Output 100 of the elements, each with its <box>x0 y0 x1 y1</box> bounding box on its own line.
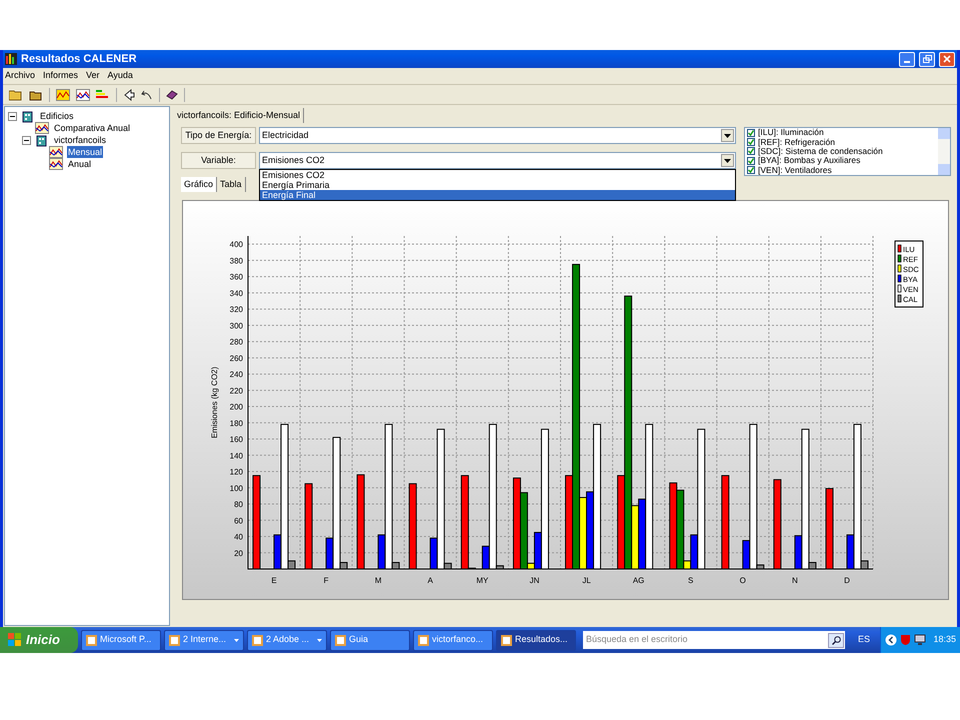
folder-icon[interactable] <box>29 88 43 100</box>
energy-rating-icon[interactable] <box>96 88 110 100</box>
scrollbar[interactable] <box>938 128 950 175</box>
menu-item[interactable]: Ver <box>86 69 100 83</box>
building-icon <box>21 109 35 123</box>
tick-label: 260 <box>230 354 243 363</box>
checklist-label: [BYA]: Bombas y Auxiliares <box>758 156 860 166</box>
tick-label: 140 <box>230 451 243 460</box>
axis-title: Emisiones (kg CO2) <box>210 366 219 438</box>
tick-label: 20 <box>234 548 243 558</box>
tick-label: 300 <box>230 321 243 330</box>
tick-label: 380 <box>230 256 243 266</box>
tick-label: 100 <box>230 484 243 493</box>
tree-item[interactable]: Comparativa Anual <box>53 122 132 134</box>
start-button[interactable]: Inicio <box>0 627 78 653</box>
taskbar-button[interactable]: victorfanco... <box>413 630 493 650</box>
tick-label: AG <box>632 576 644 585</box>
checklist-label: [SDC]: Sistema de condensación <box>758 146 883 156</box>
chart-icon <box>49 146 63 158</box>
checklist-label: [ILU]: Iluminación <box>758 128 824 138</box>
computer-icon[interactable] <box>914 634 926 646</box>
variable-dropdown[interactable]: Emisiones CO2 <box>259 152 736 169</box>
app-icon <box>252 634 263 646</box>
expand-toggle-icon[interactable] <box>22 136 31 144</box>
building-icon <box>35 133 49 147</box>
checkbox[interactable] <box>747 128 755 137</box>
tick-label: JN <box>530 576 540 585</box>
maximize-button[interactable] <box>919 52 935 66</box>
tick-label: JL <box>582 576 591 585</box>
tick-label: 120 <box>230 468 243 477</box>
tick-label: 160 <box>230 435 243 444</box>
caret-icon <box>724 158 731 162</box>
taskbar-button[interactable]: 2 Interne... <box>164 630 244 650</box>
tick-label: D <box>844 576 850 585</box>
app-icon <box>501 634 512 646</box>
restore-icon <box>922 55 932 63</box>
menu-item[interactable]: Archivo <box>5 69 36 83</box>
dropdown-button[interactable] <box>721 154 734 167</box>
tick-label: S <box>688 576 694 585</box>
tick-label: 80 <box>234 500 243 510</box>
caret-icon <box>724 134 731 138</box>
tick-label: O <box>740 576 746 585</box>
checkbox[interactable] <box>747 156 755 165</box>
chart-icon[interactable] <box>76 88 90 100</box>
taskbar-button[interactable]: Guia <box>330 630 410 650</box>
close-button[interactable] <box>939 52 955 66</box>
checklist-label: [VEN]: Ventiladores <box>758 166 832 175</box>
tick-label: A <box>428 576 433 585</box>
app-icon <box>418 634 429 646</box>
tick-label: 360 <box>230 272 243 282</box>
app-icon <box>169 634 180 646</box>
search-button[interactable] <box>828 632 844 648</box>
tick-label: MY <box>476 576 488 585</box>
checkbox[interactable] <box>747 138 755 146</box>
tick-label: 240 <box>230 370 243 380</box>
dropdown-option[interactable]: Emisiones CO2 <box>260 170 735 180</box>
dropdown-button[interactable] <box>721 129 734 142</box>
tick-label: 60 <box>234 516 243 526</box>
tree-item[interactable]: Mensual <box>67 146 104 158</box>
variable-button[interactable]: Variable: <box>181 152 256 169</box>
search-field[interactable]: Búsqueda en el escritorio <box>583 631 845 649</box>
tick-label: 340 <box>230 288 243 298</box>
folder-icon[interactable] <box>9 88 23 100</box>
expand-toggle-icon[interactable] <box>8 112 17 120</box>
document-tab[interactable]: victorfancoils: Edificio-Mensual <box>174 108 304 123</box>
clock: 18:35 <box>933 633 956 646</box>
dropdown-option[interactable]: Energía Primaria <box>260 180 735 190</box>
legend-box <box>894 240 924 308</box>
app-icon <box>5 53 17 65</box>
energy-type-dropdown[interactable]: Electricidad <box>259 127 736 144</box>
tree-item[interactable]: victorfancoils <box>53 134 108 146</box>
view-tab[interactable]: Tabla <box>217 177 246 192</box>
taskbar-button[interactable]: Resultados... <box>496 630 576 650</box>
taskbar-button[interactable]: 2 Adobe ... <box>247 630 327 650</box>
menu-item[interactable]: Informes <box>43 69 78 83</box>
checkbox[interactable] <box>747 147 755 156</box>
checkbox[interactable] <box>747 166 755 174</box>
minimize-icon <box>904 60 910 62</box>
tree-item[interactable]: Edificios <box>39 110 75 122</box>
language-indicator[interactable]: ES <box>858 633 870 647</box>
tick-label: E <box>271 576 277 585</box>
arrow-icon[interactable] <box>123 88 135 100</box>
tree-item[interactable]: Anual <box>67 158 92 170</box>
tick-label: 320 <box>230 305 243 314</box>
minimize-button[interactable] <box>899 52 915 66</box>
tick-label: N <box>792 576 798 585</box>
taskbar-button[interactable]: Microsoft P... <box>81 630 161 650</box>
tick-label: 40 <box>234 532 243 542</box>
app-icon <box>335 634 346 646</box>
chart-icon <box>35 122 49 134</box>
undo-icon[interactable] <box>141 88 153 100</box>
close-icon <box>943 55 951 63</box>
dropdown-option[interactable]: Energía Final <box>260 190 735 200</box>
view-tab[interactable]: Gráfico <box>181 177 218 192</box>
tick-label: 220 <box>230 386 243 396</box>
energy-type-button[interactable]: Tipo de Energía: <box>181 127 256 144</box>
tick-label: F <box>324 576 329 585</box>
menu-item[interactable]: Ayuda <box>108 69 133 83</box>
chart-icon[interactable] <box>56 88 70 100</box>
window-title: Resultados CALENER <box>21 52 138 67</box>
